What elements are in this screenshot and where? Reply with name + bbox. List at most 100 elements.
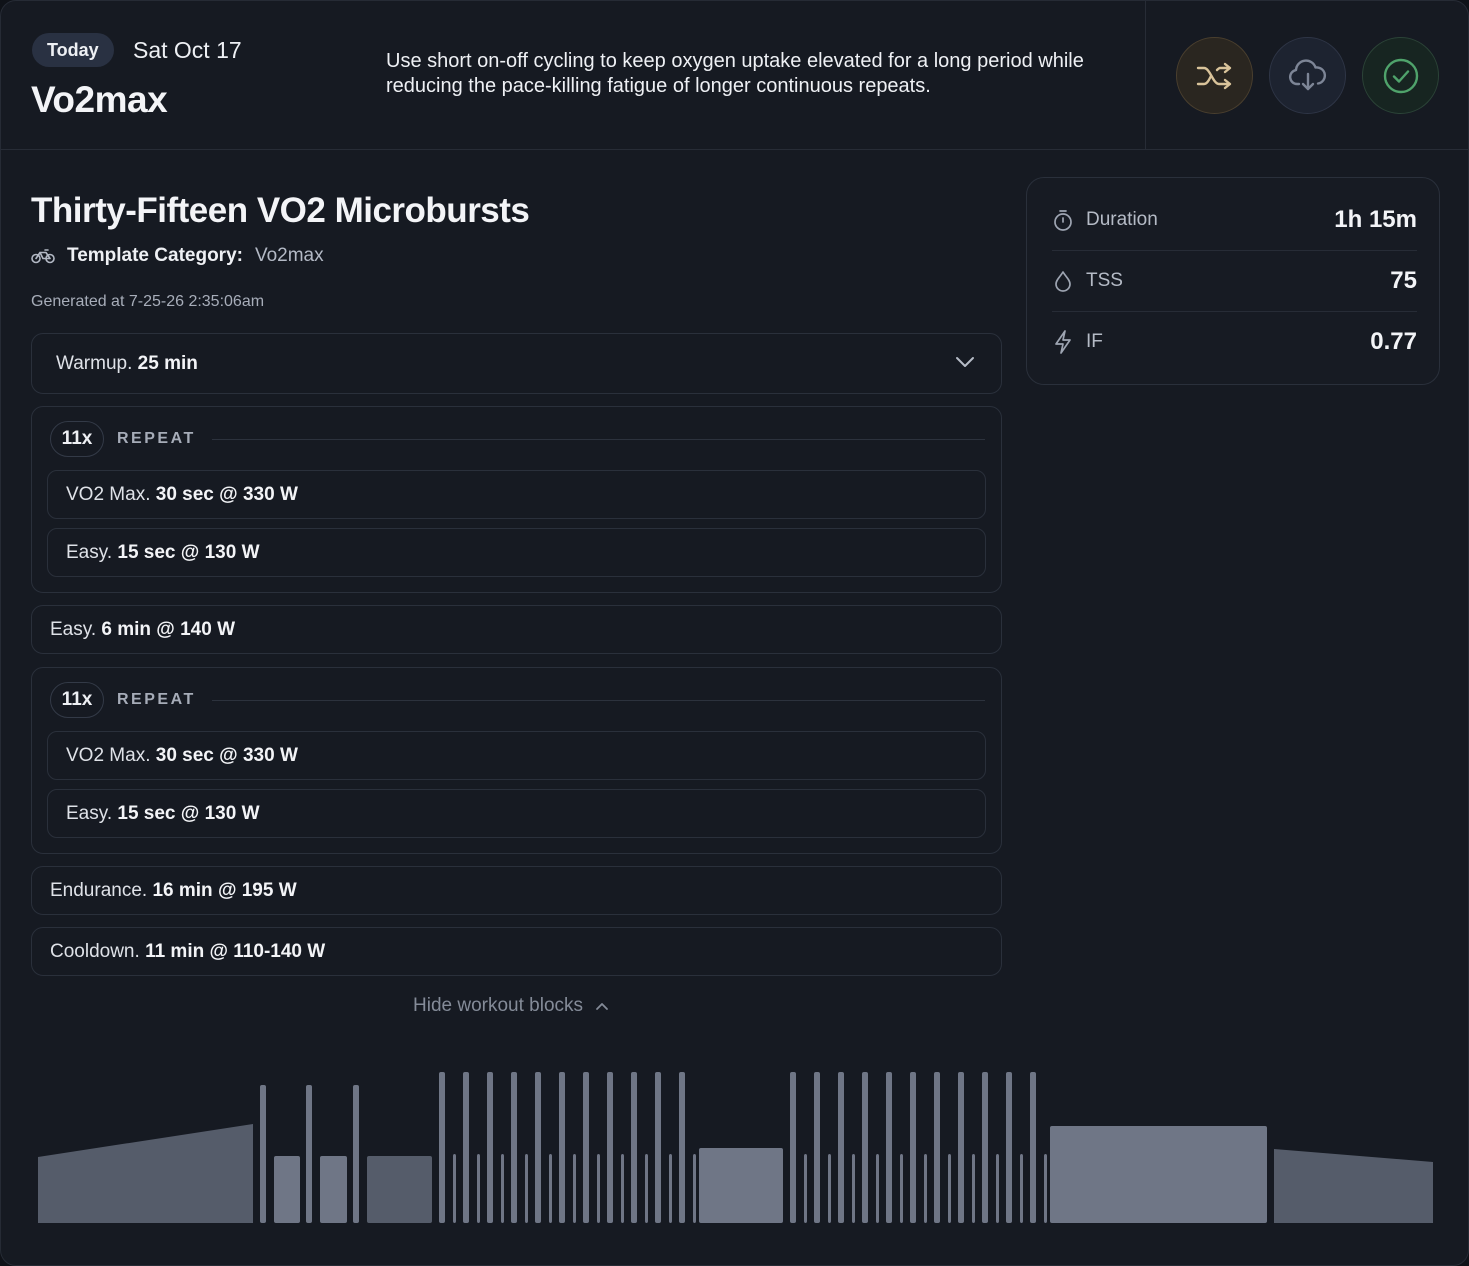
- workout-description: Use short on-off cycling to keep oxygen …: [386, 50, 1084, 97]
- profile-block: [367, 1156, 432, 1223]
- profile-recovery-interval: [525, 1154, 528, 1223]
- template-category: Template Category: Vo2max: [31, 245, 324, 267]
- profile-spike: [306, 1085, 312, 1223]
- block-label: Cooldown.: [50, 941, 140, 962]
- workout-header: Today Sat Oct 17 Vo2max Use short on-off…: [1, 1, 1468, 150]
- profile-recovery-interval: [852, 1154, 855, 1223]
- step-vo2max[interactable]: VO2 Max. 30 sec @ 330 W: [47, 731, 986, 780]
- repeat-count: 11x: [50, 682, 104, 718]
- profile-recovery-interval: [996, 1154, 999, 1223]
- repeat-block-1: 11x REPEAT VO2 Max. 30 sec @ 330 W Easy.…: [31, 406, 1002, 593]
- today-badge: Today: [32, 33, 114, 67]
- download-button[interactable]: [1269, 37, 1346, 114]
- workout-date: Sat Oct 17: [133, 37, 242, 63]
- profile-vo2-interval: [1006, 1072, 1012, 1223]
- profile-vo2-interval: [838, 1072, 844, 1223]
- profile-vo2-interval: [607, 1072, 613, 1223]
- stat-label: IF: [1086, 330, 1103, 352]
- bike-icon: [31, 248, 55, 264]
- profile-vo2-interval: [886, 1072, 892, 1223]
- workout-title: Thirty-Fifteen VO2 Microbursts: [31, 191, 530, 230]
- profile-vo2-interval: [1030, 1072, 1036, 1223]
- profile-vo2-interval: [655, 1072, 661, 1223]
- stat-value: 1h 15m: [1334, 205, 1417, 233]
- profile-warmup: [38, 1124, 253, 1223]
- block-label: Endurance.: [50, 880, 148, 901]
- stat-label: TSS: [1086, 269, 1123, 291]
- profile-recovery-interval: [549, 1154, 552, 1223]
- stat-duration: Duration 1h 15m: [1052, 189, 1417, 250]
- profile-recovery-interval: [621, 1154, 624, 1223]
- step-value: 30 sec @ 330 W: [155, 745, 298, 766]
- profile-recovery-interval: [453, 1154, 456, 1223]
- step-easy[interactable]: Easy. 15 sec @ 130 W: [47, 789, 986, 838]
- profile-recovery-interval: [804, 1154, 807, 1223]
- profile-spike: [260, 1085, 266, 1223]
- profile-recovery-interval: [693, 1154, 696, 1223]
- category-label: Template Category:: [67, 245, 243, 266]
- hide-workout-blocks-toggle[interactable]: Hide workout blocks: [413, 995, 609, 1017]
- workout-profile-graph: [38, 1072, 1433, 1223]
- step-value: 15 sec @ 130 W: [117, 803, 260, 824]
- repeat-divider: [211, 699, 985, 701]
- profile-cooldown: [1274, 1149, 1433, 1223]
- profile-recovery-interval: [597, 1154, 600, 1223]
- step-easy[interactable]: Easy. 15 sec @ 130 W: [47, 528, 986, 577]
- profile-recovery-interval: [645, 1154, 648, 1223]
- chevron-up-icon: [596, 1003, 608, 1010]
- profile-vo2-interval: [631, 1072, 637, 1223]
- category-value: Vo2max: [254, 245, 324, 266]
- repeat-header: 11x REPEAT: [50, 421, 985, 457]
- complete-button[interactable]: [1362, 37, 1439, 114]
- profile-vo2-interval: [439, 1072, 445, 1223]
- stat-tss: TSS 75: [1052, 250, 1417, 311]
- shuffle-button[interactable]: [1176, 37, 1253, 114]
- step-vo2max[interactable]: VO2 Max. 30 sec @ 330 W: [47, 470, 986, 519]
- repeat-block-2: 11x REPEAT VO2 Max. 30 sec @ 330 W Easy.…: [31, 667, 1002, 854]
- easy-block[interactable]: Easy. 6 min @ 140 W: [31, 605, 1002, 654]
- stat-value: 75: [1390, 266, 1417, 294]
- profile-recovery-interval: [1044, 1154, 1047, 1223]
- profile-vo2-interval: [511, 1072, 517, 1223]
- block-label: Warmup.: [56, 353, 133, 374]
- block-value: 25 min: [137, 353, 198, 374]
- step-value: 30 sec @ 330 W: [155, 484, 298, 505]
- workout-card: Today Sat Oct 17 Vo2max Use short on-off…: [0, 0, 1469, 1266]
- profile-recovery-interval: [669, 1154, 672, 1223]
- profile-vo2-interval: [535, 1072, 541, 1223]
- step-label: VO2 Max.: [66, 745, 151, 766]
- profile-recovery-interval: [573, 1154, 576, 1223]
- shuffle-icon: [1196, 62, 1231, 89]
- hide-blocks-label: Hide workout blocks: [413, 995, 584, 1016]
- profile-easy-block: [699, 1148, 783, 1223]
- profile-vo2-interval: [679, 1072, 685, 1223]
- drop-icon: [1052, 270, 1074, 292]
- profile-vo2-interval: [814, 1072, 820, 1223]
- step-label: Easy.: [66, 803, 113, 824]
- cooldown-block[interactable]: Cooldown. 11 min @ 110-140 W: [31, 927, 1002, 976]
- cloud-download-icon: [1288, 58, 1326, 90]
- profile-vo2-interval: [958, 1072, 964, 1223]
- profile-block: [274, 1156, 300, 1223]
- block-value: 11 min @ 110-140 W: [145, 941, 326, 962]
- step-value: 15 sec @ 130 W: [117, 542, 260, 563]
- chevron-down-icon[interactable]: [955, 355, 975, 369]
- profile-recovery-interval: [900, 1154, 903, 1223]
- endurance-block[interactable]: Endurance. 16 min @ 195 W: [31, 866, 1002, 915]
- profile-vo2-interval: [790, 1072, 796, 1223]
- profile-vo2-interval: [934, 1072, 940, 1223]
- repeat-divider: [211, 438, 985, 440]
- warmup-block[interactable]: Warmup. 25 min: [31, 333, 1002, 394]
- profile-recovery-interval: [876, 1154, 879, 1223]
- profile-recovery-interval: [828, 1154, 831, 1223]
- workout-type-heading: Vo2max: [31, 79, 168, 120]
- profile-vo2-interval: [487, 1072, 493, 1223]
- profile-recovery-interval: [972, 1154, 975, 1223]
- step-label: Easy.: [66, 542, 113, 563]
- stopwatch-icon: [1052, 209, 1074, 231]
- block-value: 16 min @ 195 W: [152, 880, 297, 901]
- generated-timestamp: Generated at 7-25-26 2:35:06am: [31, 293, 265, 310]
- profile-spike: [353, 1085, 359, 1223]
- profile-vo2-interval: [862, 1072, 868, 1223]
- block-value: 6 min @ 140 W: [101, 619, 236, 640]
